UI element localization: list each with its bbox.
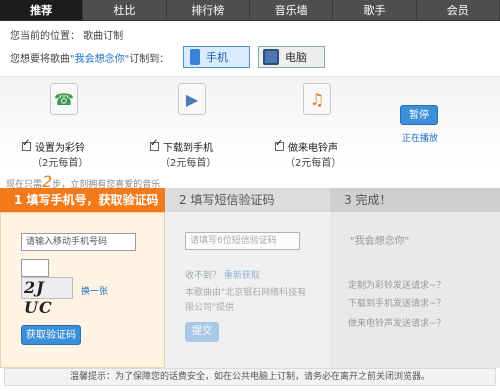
step2-panel: 请填写6位短信验证码 收不到？ 重新获取 本歌曲由"北京银石网络科技有限公司"提… [165, 212, 330, 368]
step-2: 2 填写短信验证码 [165, 188, 330, 212]
target-device-prompt: 您想要将歌曲 "我会想念你" 订制到： [10, 50, 169, 65]
download-label: 下载到手机 [163, 143, 213, 154]
nav-music-wall[interactable]: 音乐墙 [250, 0, 334, 20]
refresh-captcha-link[interactable]: 换一张 [81, 284, 108, 297]
captcha-image: 2J UC [21, 277, 73, 317]
step-bar: 1 填写手机号，获取验证码 2 填写短信验证码 3 完成！ [0, 188, 500, 212]
prompt-suffix: 订制到： [129, 54, 170, 65]
ringtone-checkbox[interactable] [275, 138, 284, 151]
song-title: "我会想念你" [70, 54, 130, 65]
option-download-row: 下载到手机 [150, 138, 213, 154]
provider-text: 本歌曲由"北京银石网络科技有限公司"提供 [185, 288, 307, 313]
pause-button[interactable]: 暂停 [400, 105, 438, 125]
pc-label: 电脑 [285, 51, 307, 64]
nav-recommend[interactable]: 推荐 [0, 0, 84, 20]
ringtone-label: 做来电铃声 [288, 143, 338, 154]
get-code-button[interactable]: 获取验证码 [21, 325, 81, 345]
video-download-icon: ▶ [178, 83, 206, 115]
captcha-input[interactable] [21, 259, 49, 277]
monitor-icon [263, 49, 279, 65]
pc-target-button[interactable]: 电脑 [258, 46, 325, 68]
step3-line-ringtone: 做来电铃声发送请求~？ [348, 319, 446, 329]
step3-line-download: 下载到手机发送请求~？ [348, 299, 446, 309]
submit-button[interactable]: 提交 [185, 322, 219, 342]
resend-link[interactable]: 重新获取 [224, 271, 260, 281]
step3-panel: "我会想念你" 定制为彩铃发送请求~？ 下载到手机发送请求~？ 做来电铃声发送请… [330, 212, 500, 368]
ringback-price: （2元每首） [32, 158, 89, 169]
download-price: （2元每首） [160, 158, 217, 169]
step-1: 1 填写手机号，获取验证码 [0, 188, 165, 212]
ringback-checkbox[interactable] [22, 138, 31, 151]
phone-target-button[interactable]: 手机 [183, 46, 250, 68]
top-nav: 推荐 杜比 排行榜 音乐墙 歌手 会员 [0, 0, 500, 21]
not-received-row: 收不到？ 重新获取 [185, 268, 260, 281]
ringback-label: 设置为彩铃 [35, 143, 85, 154]
step3-song-title: "我会想念你" [350, 236, 410, 247]
mobile-phone-icon [190, 49, 200, 65]
warm-notice: 温馨提示：为了保障您的话费安全，如在公共电脑上订制，请务必在离开之前关闭浏览器。 [4, 368, 496, 386]
nav-dolby[interactable]: 杜比 [83, 0, 167, 20]
not-received-text: 收不到？ [185, 271, 222, 281]
ringtone-price: （2元每首） [285, 158, 342, 169]
ringtone-phone-icon: ☎ [50, 83, 78, 115]
phone-label: 手机 [206, 51, 228, 64]
phone-number-input[interactable]: 请输入移动手机号码 [21, 233, 136, 251]
download-checkbox[interactable] [150, 138, 159, 151]
nav-singers[interactable]: 歌手 [333, 0, 417, 20]
nav-members[interactable]: 会员 [417, 0, 500, 20]
step1-panel: 请输入移动手机号码 2J UC 换一张 获取验证码 [0, 212, 165, 368]
playing-status: 正在播放 [402, 134, 439, 144]
step3-line-ringback: 定制为彩铃发送请求~？ [348, 281, 446, 291]
step-3: 3 完成！ [330, 188, 500, 212]
option-ringtone-row: 做来电铃声 [275, 138, 338, 154]
sms-code-input[interactable]: 请填写6位短信验证码 [185, 232, 300, 250]
option-ringback-row: 设置为彩铃 [22, 138, 85, 154]
nav-charts[interactable]: 排行榜 [167, 0, 250, 20]
prompt-prefix: 您想要将歌曲 [10, 54, 70, 65]
music-note-icon: ♫ [303, 83, 331, 115]
breadcrumb: 您当前的位置： 歌曲订制 [10, 31, 124, 42]
